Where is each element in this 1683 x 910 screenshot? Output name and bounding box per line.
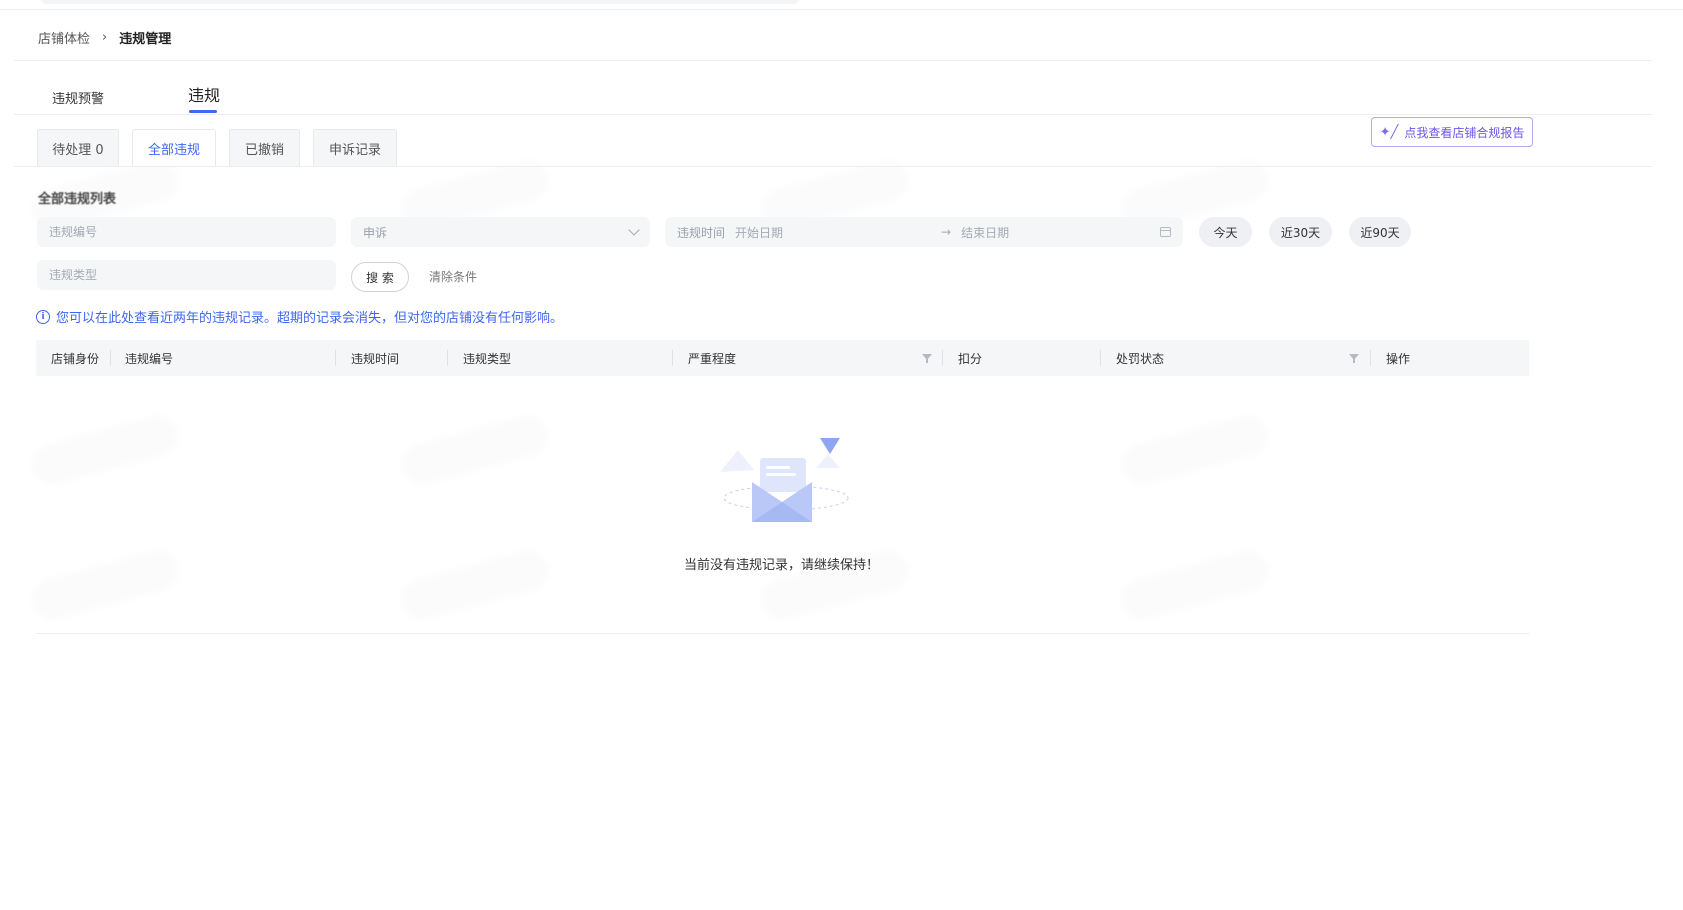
empty-mailbox-icon xyxy=(720,438,849,522)
subtab-revoked[interactable]: 已撤销 xyxy=(229,129,300,166)
compliance-report-label: 点我查看店铺合规报告 xyxy=(1404,125,1525,140)
notice-bar: i 您可以在此处查看近两年的违规记录。超期的记录会消失，但对您的店铺没有任何影响… xyxy=(36,307,563,326)
column-divider xyxy=(672,350,673,366)
top-strip xyxy=(0,0,1683,10)
violation-number-field[interactable] xyxy=(37,217,336,247)
column-divider xyxy=(1100,350,1101,366)
sparkle-wand-icon: ✦╱ xyxy=(1379,124,1399,140)
column-divider xyxy=(335,350,336,366)
divider xyxy=(14,60,1652,61)
divider xyxy=(14,114,1652,115)
chevron-down-icon xyxy=(628,224,640,236)
notice-text: 您可以在此处查看近两年的违规记录。超期的记录会消失，但对您的店铺没有任何影响。 xyxy=(56,311,564,326)
date-range-label: 违规时间 xyxy=(677,225,726,240)
divider xyxy=(36,633,1529,634)
main-tabs: 违规预警 违规 xyxy=(0,82,1683,114)
tab-violation[interactable]: 违规 xyxy=(188,82,221,113)
column-header-violation-number: 违规编号 xyxy=(125,351,174,366)
divider xyxy=(14,166,1652,167)
subtab-appeal-records[interactable]: 申诉记录 xyxy=(313,129,397,166)
tab-violation-label: 违规 xyxy=(188,86,221,105)
tab-violation-warning[interactable]: 违规预警 xyxy=(52,88,104,107)
active-tab-indicator xyxy=(189,110,217,113)
subtab-all-violations[interactable]: 全部违规 xyxy=(132,129,216,166)
penalty-status-filter-icon[interactable] xyxy=(1349,354,1359,363)
quick-range-90-days-button[interactable]: 近90天 xyxy=(1349,217,1411,247)
quick-range-30-days-button[interactable]: 近30天 xyxy=(1269,217,1332,247)
subtab-pending[interactable]: 待处理 0 xyxy=(37,129,119,166)
appeal-select-value: 申诉 xyxy=(363,225,388,240)
appeal-select[interactable]: 申诉 xyxy=(351,217,650,247)
empty-state-text: 当前没有违规记录，请继续保持！ xyxy=(683,558,879,573)
column-header-severity: 严重程度 xyxy=(688,351,737,366)
breadcrumb: 店铺体检 › 违规管理 xyxy=(38,28,171,47)
violation-date-range[interactable]: 违规时间 开始日期 → 结束日期 xyxy=(665,217,1183,247)
breadcrumb-current: 违规管理 xyxy=(119,32,172,47)
violation-type-field[interactable] xyxy=(37,260,336,290)
start-date-input[interactable]: 开始日期 xyxy=(735,224,935,241)
column-header-violation-time: 违规时间 xyxy=(351,351,400,366)
column-header-points-deducted: 扣分 xyxy=(958,351,983,366)
section-title: 全部违规列表 xyxy=(38,192,117,207)
violation-type-input[interactable] xyxy=(49,268,324,282)
severity-filter-icon[interactable] xyxy=(922,354,932,363)
table-header: 店铺身份 违规编号 违规时间 违规类型 严重程度 扣分 处罚状态 操作 xyxy=(36,340,1529,376)
calendar-icon[interactable] xyxy=(1160,227,1171,237)
info-icon: i xyxy=(36,309,50,324)
column-header-actions: 操作 xyxy=(1386,351,1411,366)
watermark xyxy=(27,411,183,489)
watermark xyxy=(397,411,553,489)
column-divider xyxy=(447,350,448,366)
breadcrumb-parent[interactable]: 店铺体检 xyxy=(38,28,90,47)
column-divider xyxy=(110,350,111,366)
breadcrumb-separator: › xyxy=(102,30,108,45)
column-divider xyxy=(942,350,943,366)
compliance-report-button[interactable]: ✦╱ 点我查看店铺合规报告 xyxy=(1371,117,1533,147)
arrow-right-icon: → xyxy=(941,225,952,239)
column-header-penalty-status: 处罚状态 xyxy=(1116,351,1165,366)
quick-range-today-button[interactable]: 今天 xyxy=(1199,217,1252,247)
violation-number-input[interactable] xyxy=(49,225,324,239)
end-date-input[interactable]: 结束日期 xyxy=(961,224,1160,241)
column-divider xyxy=(1370,350,1371,366)
column-header-shop-identity: 店铺身份 xyxy=(51,351,100,366)
search-button[interactable]: 搜 索 xyxy=(351,262,409,292)
column-header-violation-type: 违规类型 xyxy=(463,351,512,366)
clear-conditions-button[interactable]: 清除条件 xyxy=(429,268,477,285)
top-search-bar[interactable] xyxy=(40,0,800,4)
watermark xyxy=(1117,411,1273,489)
